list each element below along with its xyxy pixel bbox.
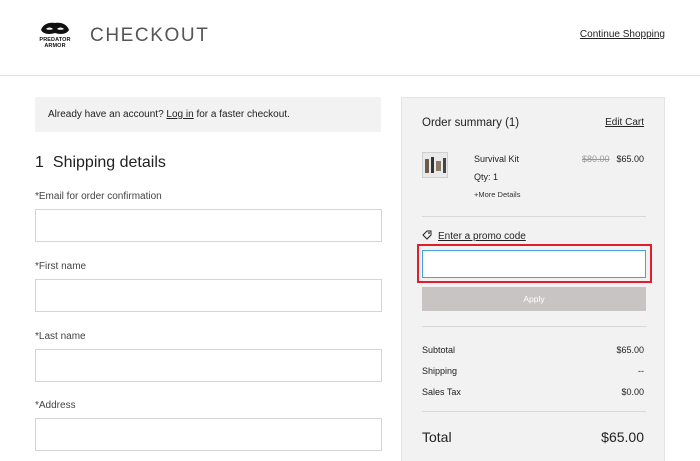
product-name: Survival Kit [474,154,520,164]
sale-price: $65.00 [616,154,644,164]
subtotal-value: $65.00 [616,345,644,355]
last-name-field[interactable] [35,349,382,382]
logo-line-2: ARMOR [44,43,66,49]
page-title: CHECKOUT [90,25,210,46]
step-number: 1 [35,154,44,171]
edit-cart-link[interactable]: Edit Cart [605,117,644,128]
email-field[interactable] [35,209,382,242]
account-banner-suffix: for a faster checkout. [196,109,290,120]
apply-button[interactable]: Apply [422,287,646,311]
product-quantity: Qty: 1 [474,172,499,182]
shipping-value: -- [638,366,644,376]
total-label: Total [422,429,452,445]
more-details-link[interactable]: +More Details [474,190,520,199]
sales-tax-value: $0.00 [621,387,644,397]
original-price: $80.00 [582,154,610,164]
continue-shopping-link[interactable]: Continue Shopping [580,29,665,40]
email-label: *Email for order confirmation [35,191,162,202]
logo-text: PREDATOR ARMOR [34,37,76,49]
promo-code-link-text: Enter a promo code [438,231,526,242]
shipping-title-text: Shipping details [52,154,166,171]
product-thumbnail [422,152,448,178]
tag-icon [422,230,432,243]
total-value: $65.00 [601,429,644,445]
divider [422,216,646,217]
last-name-label: *Last name [35,331,86,342]
shipping-label: Shipping [422,366,458,376]
first-name-label: *First name [35,261,87,272]
sales-tax-label: Sales Tax [422,387,461,397]
promo-code-link[interactable]: Enter a promo code [422,230,526,243]
divider [422,326,646,327]
divider [422,411,646,412]
address-label: *Address [35,400,76,411]
account-banner: Already have an account? Log in for a fa… [35,97,381,132]
order-summary-panel: Order summary (1) Edit Cart Survival Kit… [401,97,665,461]
shipping-section-title: 1 Shipping details [35,154,166,172]
page-header: PREDATOR ARMOR CHECKOUT Continue Shoppin… [0,0,700,76]
account-banner-prefix: Already have an account? [48,109,164,120]
promo-code-input[interactable] [422,250,646,278]
first-name-field[interactable] [35,279,382,312]
order-summary-title: Order summary (1) [422,117,520,129]
subtotal-label: Subtotal [422,345,456,355]
login-link[interactable]: Log in [166,109,193,120]
address-field[interactable] [35,418,382,451]
